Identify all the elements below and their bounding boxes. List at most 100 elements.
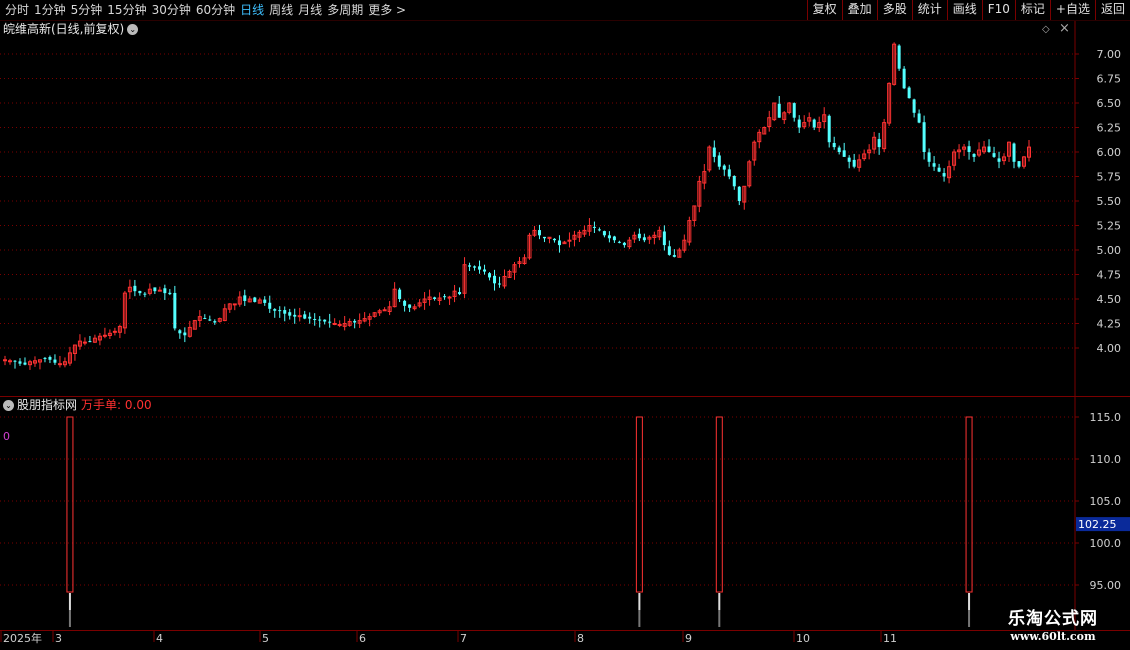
candle-body-down [213,321,217,323]
candle-body-up [232,303,237,306]
candle-body-down [607,235,611,239]
candle-body-down [308,316,312,319]
candle-body-down [622,242,626,246]
candle-body-up [82,341,87,344]
indicator-tick-label: 100.0 [1090,537,1122,550]
candle-body-down [163,288,167,294]
candle-body-down [832,143,836,148]
candle-body-down [18,361,22,364]
candle-body-up [112,330,117,333]
candle-body-down [458,292,462,295]
candle-body-down [133,285,137,292]
candle-body-up [567,239,572,242]
candle-body-down [173,292,177,329]
candle-body-down [907,87,911,99]
candle-body-down [617,241,621,243]
candle-body-down [48,356,52,360]
candle-body-down [153,287,157,292]
price-tick-label: 5.00 [1097,244,1122,257]
candle-body-down [927,152,931,162]
candle-body-down [662,231,666,246]
candle-body-down [328,321,332,323]
candle-body-down [592,226,596,228]
candle-body-down [13,360,17,362]
indicator-tick-label: 115.0 [1090,411,1122,424]
candle-body-down [597,229,601,231]
chevron-down-icon[interactable]: ⌄ [3,400,14,411]
candle-body-down [468,265,472,267]
candle-body-down [552,238,556,241]
candle-body-up [102,334,107,337]
candle-body-down [178,330,182,334]
candle-body-down [403,300,407,306]
watermark-url: www.60lt.com [1010,630,1096,643]
candle-body-down [268,302,272,309]
candle-body-down [837,147,841,152]
candle-body-down [483,269,487,272]
time-tick-label: 11 [883,632,897,645]
candle-body-down [353,320,357,323]
price-tick-label: 4.00 [1097,342,1122,355]
candle-body-down [637,233,641,239]
time-tick-label: 8 [577,632,584,645]
time-tick-label: 9 [685,632,692,645]
candle-body-down [398,289,402,299]
indicator-tick-label: 105.0 [1090,495,1122,508]
indicator-tick-label: 95.00 [1090,579,1122,592]
candle-body-down [842,150,846,157]
candle-body-up [332,323,337,325]
candle-body-down [243,295,247,301]
candle-body-up [297,315,302,318]
candle-body-down [732,175,736,187]
indicator-value-label: 万手单: 0.00 [81,398,152,412]
candle-body-down [847,157,851,162]
candle-body-down [917,113,921,123]
indicator-tick-label: 110.0 [1090,453,1122,466]
candle-body-down [138,290,142,294]
candle-body-down [672,255,676,257]
candle-body-down [902,68,906,89]
candle-body-down [722,165,726,170]
candle-body-down [53,359,57,363]
indicator-name: 股朋指标网 [17,398,78,412]
candle-body-down [877,139,881,148]
current-value-text: 102.25 [1078,518,1117,531]
candle-body-down [602,231,606,236]
price-tick-label: 6.25 [1097,122,1122,135]
candle-body-up [382,309,387,312]
candle-body-up [157,289,162,292]
time-tick-label: 6 [359,632,366,645]
signal-bar-2 [715,416,723,593]
candle-body-down [318,319,322,321]
candle-body-down [408,304,412,308]
candle-body-down [717,155,721,167]
signal-bar-0 [66,416,74,593]
candle-body-down [797,119,801,128]
candle-body-down [922,122,926,152]
candle-body-down [253,297,257,302]
candle-body-down [937,167,941,172]
candle-body-down [293,314,297,317]
candle-body-down [997,158,1001,162]
time-tick-label: 2025年 [3,631,42,645]
candle-body-down [912,99,916,113]
candle-body-down [792,103,796,118]
candle-body-up [337,323,342,326]
candle-body-down [433,297,437,299]
candle-body-down [443,296,447,298]
candle-body-down [288,312,292,316]
time-tick-label: 7 [460,632,467,645]
indicator-title[interactable]: ⌄ 股朋指标网 万手单: 0.00 [3,398,152,412]
candle-body-down [727,169,731,177]
time-tick-label: 3 [55,632,62,645]
indicator-zero-label: 0 [3,430,10,443]
candle-body-down [203,318,207,320]
time-tick-label: 4 [156,632,163,645]
candle-body-down [303,314,307,319]
kline-chart: 4.00 4.25 4.50 4.75 5.00 5.25 5.50 5.75 6.00 6.25… [0,21,1130,645]
candle-body-down [263,299,267,303]
candle-body-down [737,186,741,201]
price-tick-label: 7.00 [1097,48,1122,61]
candle-body-down [278,310,282,312]
price-tick-label: 4.25 [1097,318,1122,331]
